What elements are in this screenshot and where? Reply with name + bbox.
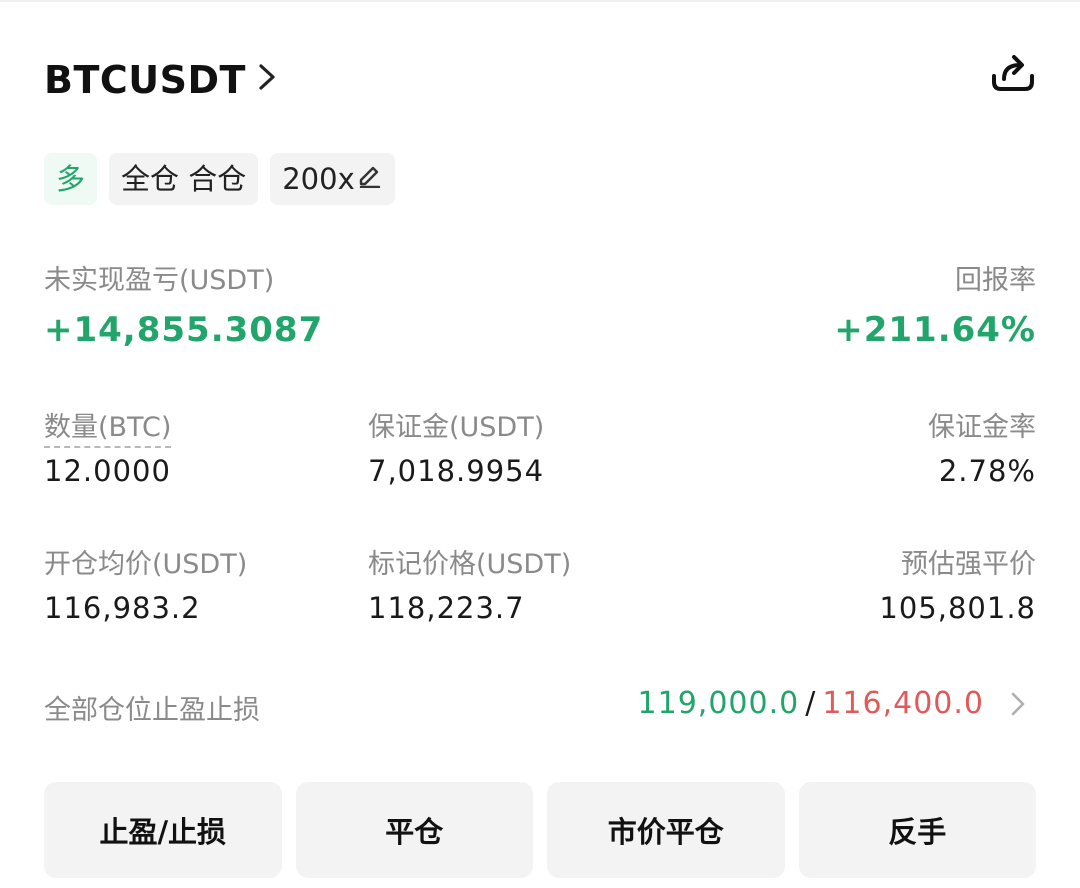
divider [0, 0, 1080, 2]
position-card: BTCUSDT 多 全仓 合仓 200x 未实现盈亏(USDT) +14,855… [0, 0, 1080, 888]
tpsl-separator: / [805, 686, 817, 721]
unrealized-pnl-value: +14,855.3087 [44, 310, 324, 350]
roe-label: 回报率 [955, 265, 1036, 296]
symbol-title[interactable]: BTCUSDT [44, 58, 246, 102]
pencil-icon [359, 166, 380, 188]
margin-ratio-value: 2.78% [938, 454, 1036, 488]
liquidation-price-label: 预估强平价 [901, 549, 1036, 580]
market-close-button[interactable]: 市价平仓 [547, 782, 785, 878]
tpsl-summary[interactable]: 119,000.0 / 116,400.0 [638, 686, 1028, 721]
margin-value: 7,018.9954 [368, 454, 545, 488]
margin-label: 保证金(USDT) [368, 412, 545, 443]
position-header: BTCUSDT [44, 52, 1036, 112]
quantity-value: 12.0000 [44, 454, 171, 488]
margin-ratio-label: 保证金率 [928, 412, 1036, 443]
chevron-right-icon[interactable] [1008, 690, 1028, 718]
leverage-button[interactable]: 200x [270, 153, 395, 205]
close-position-button[interactable]: 平仓 [295, 782, 533, 878]
unrealized-pnl-label: 未实现盈亏(USDT) [44, 265, 275, 296]
roe-value: +211.64% [834, 310, 1036, 350]
position-tags: 多 全仓 合仓 200x [44, 153, 395, 205]
entry-price-label: 开仓均价(USDT) [44, 549, 248, 580]
mark-price-label: 标记价格(USDT) [368, 549, 572, 580]
tpsl-button[interactable]: 止盈/止损 [44, 782, 282, 878]
entry-price-value: 116,983.2 [44, 591, 201, 625]
liquidation-price-value: 105,801.8 [879, 591, 1036, 625]
reverse-position-button[interactable]: 反手 [798, 782, 1036, 878]
margin-mode-badge[interactable]: 全仓 合仓 [109, 153, 259, 205]
share-icon[interactable] [990, 52, 1036, 94]
chevron-right-icon[interactable] [254, 62, 280, 92]
tpsl-label: 全部仓位止盈止损 [44, 695, 260, 726]
mark-price-value: 118,223.7 [368, 591, 525, 625]
side-badge: 多 [44, 153, 98, 205]
stop-loss-price: 116,400.0 [822, 686, 984, 721]
action-buttons: 止盈/止损 平仓 市价平仓 反手 [44, 782, 1036, 878]
quantity-label[interactable]: 数量(BTC) [44, 405, 172, 448]
take-profit-price: 119,000.0 [637, 686, 800, 721]
leverage-value: 200x [282, 162, 355, 196]
